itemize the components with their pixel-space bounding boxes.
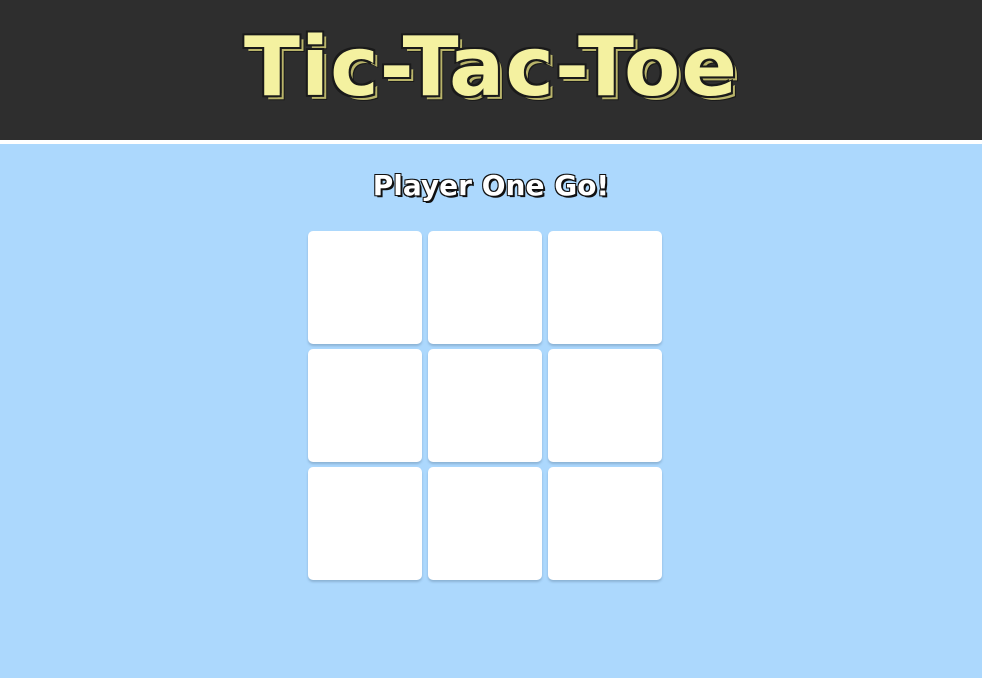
board-cell-8[interactable] bbox=[428, 467, 542, 580]
board-cell-5[interactable] bbox=[428, 349, 542, 462]
board-cell-6[interactable] bbox=[548, 349, 662, 462]
board-cell-3[interactable] bbox=[548, 231, 662, 344]
game-board bbox=[308, 231, 662, 582]
game-title: Tic-Tac-Toe bbox=[244, 20, 738, 115]
header-bar: Tic-Tac-Toe bbox=[0, 0, 982, 140]
board-cell-1[interactable] bbox=[308, 231, 422, 344]
board-cell-2[interactable] bbox=[428, 231, 542, 344]
turn-status: Player One Go! bbox=[372, 169, 610, 202]
board-cell-4[interactable] bbox=[308, 349, 422, 462]
header-divider bbox=[0, 140, 982, 144]
board-cell-7[interactable] bbox=[308, 467, 422, 580]
board-cell-9[interactable] bbox=[548, 467, 662, 580]
